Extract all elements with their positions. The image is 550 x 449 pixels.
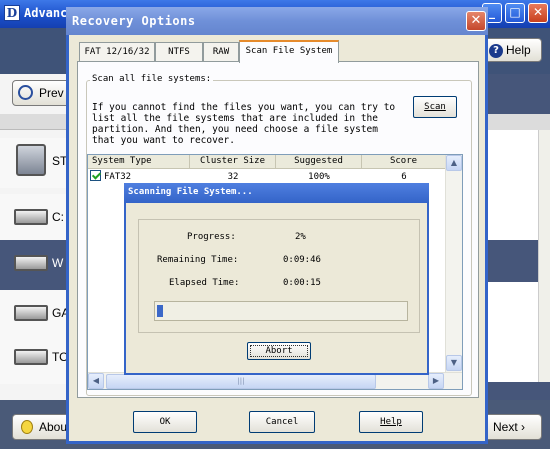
column-header[interactable]: System Type <box>88 155 190 169</box>
right-list-area-lower <box>484 282 538 382</box>
about-label: Abou <box>39 420 68 434</box>
group-title: Scan all file systems: <box>90 74 214 84</box>
tab-raw[interactable]: RAW <box>203 42 239 62</box>
drive-item-to[interactable]: TO <box>0 334 70 384</box>
right-list-area <box>484 130 538 240</box>
magnifier-icon <box>18 85 33 100</box>
recovery-dialog-titlebar: Recovery Options ✕ <box>66 7 488 35</box>
horizontal-scroll-thumb[interactable]: ||| <box>106 374 376 389</box>
cancel-button[interactable]: Cancel <box>249 411 315 433</box>
scroll-down-icon[interactable]: ▼ <box>446 355 462 371</box>
elapsed-time-value: 0:00:15 <box>283 278 321 288</box>
tab-scan-file-system[interactable]: Scan File System <box>239 40 339 63</box>
scroll-up-icon[interactable]: ▲ <box>446 155 462 171</box>
table-row[interactable]: FAT32 32 100% 6 <box>88 170 446 184</box>
help-button[interactable]: Help <box>359 411 423 433</box>
recovery-dialog-title: Recovery Options <box>72 14 196 28</box>
scanning-dialog: Scanning File System... Progress: 2% Rem… <box>124 183 429 375</box>
help-toolbar-label: Help <box>506 43 531 57</box>
row-checkbox[interactable] <box>90 170 101 181</box>
preview-button[interactable]: Prev <box>12 80 70 106</box>
column-header[interactable]: Cluster Size <box>190 155 276 169</box>
next-button[interactable]: Next › <box>484 414 542 440</box>
column-header[interactable]: Suggested <box>276 155 362 169</box>
score-cell: 6 <box>401 172 407 182</box>
scan-description: If you cannot find the files you want, y… <box>92 102 396 146</box>
lightbulb-icon <box>21 420 33 434</box>
drive-label: W <box>52 256 64 270</box>
partition-icon <box>14 209 48 225</box>
drive-item-c[interactable]: C: <box>0 194 70 244</box>
right-panel-header <box>484 114 550 130</box>
scroll-left-icon[interactable]: ◀ <box>88 373 104 389</box>
scroll-right-icon[interactable]: ▶ <box>428 373 444 389</box>
column-header[interactable]: Score <box>362 155 446 169</box>
drive-list-header <box>0 114 70 130</box>
progress-value: 2% <box>295 232 306 242</box>
main-window-title: Advanc <box>24 6 68 20</box>
partition-icon <box>14 305 48 321</box>
system-type-cell: FAT32 <box>90 170 190 184</box>
hard-disk-icon <box>16 144 46 176</box>
drive-item-st[interactable]: ST <box>0 138 70 188</box>
abort-button[interactable]: Abort <box>247 342 311 360</box>
help-toolbar-button[interactable]: ? Help <box>484 38 542 62</box>
scanning-dialog-title: Scanning File System... <box>128 187 253 197</box>
tab-ntfs[interactable]: NTFS <box>155 42 203 62</box>
progress-label: Progress: <box>187 232 236 242</box>
cluster-size-cell: 32 <box>227 172 239 182</box>
scan-button[interactable]: Scan <box>413 96 457 118</box>
right-scrollbar[interactable] <box>538 130 550 382</box>
preview-label: Prev <box>39 86 64 100</box>
partition-icon <box>14 349 48 365</box>
drive-label: C: <box>52 210 64 224</box>
remaining-time-value: 0:09:46 <box>283 255 321 265</box>
remaining-time-label: Remaining Time: <box>157 255 239 265</box>
next-label: Next <box>493 420 518 434</box>
table-vertical-scrollbar[interactable]: ▲ ▼ <box>445 155 462 373</box>
drive-item-w[interactable]: W <box>0 240 70 290</box>
elapsed-time-label: Elapsed Time: <box>169 278 240 288</box>
app-logo-icon: D <box>4 5 20 21</box>
drive-item-ga[interactable]: GA <box>0 290 70 340</box>
suggested-cell: 100% <box>308 172 330 182</box>
progress-fill <box>157 305 163 317</box>
main-close-icon[interactable]: ✕ <box>528 3 548 23</box>
partition-icon <box>14 255 48 271</box>
ok-button[interactable]: OK <box>133 411 197 433</box>
about-button[interactable]: Abou <box>12 414 70 440</box>
table-header: System Type Cluster Size Suggested Score <box>88 155 446 169</box>
maximize-icon[interactable]: □ <box>505 3 525 23</box>
dialog-close-icon[interactable]: ✕ <box>466 11 486 31</box>
scanning-dialog-titlebar: Scanning File System... <box>124 183 429 203</box>
help-icon: ? <box>489 43 503 58</box>
tab-fat[interactable]: FAT 12/16/32 <box>79 42 155 62</box>
scan-progress-bar <box>154 301 408 321</box>
next-arrow-icon: › <box>521 420 526 434</box>
